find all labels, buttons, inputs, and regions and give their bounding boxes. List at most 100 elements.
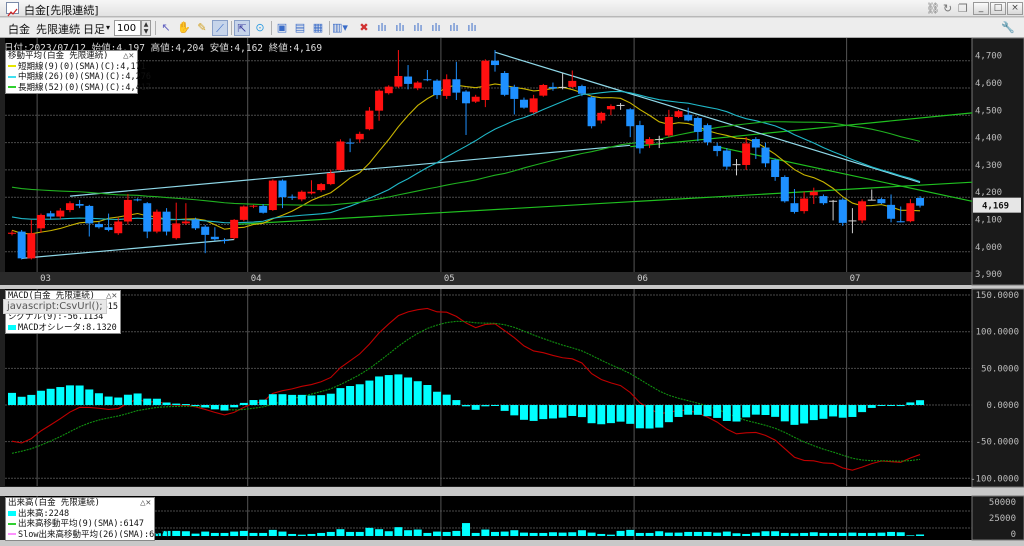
macd-axis-label: 0.0000 bbox=[986, 401, 1019, 411]
volume-bar bbox=[819, 532, 828, 536]
macd-histogram-bar bbox=[36, 390, 45, 405]
macd-histogram-bar bbox=[259, 399, 268, 405]
candle-down bbox=[191, 219, 200, 229]
volume-bar bbox=[462, 523, 471, 536]
macd-histogram-bar bbox=[133, 393, 142, 405]
contract-selector[interactable]: 先限連続 bbox=[36, 21, 80, 37]
macd-histogram-bar bbox=[558, 405, 567, 418]
price-axis-label: 4,700 bbox=[975, 52, 1002, 62]
volume-bar bbox=[887, 531, 896, 536]
indicator-2-icon[interactable]: ılı bbox=[392, 20, 408, 36]
volume-bar bbox=[587, 532, 596, 536]
volume-bar bbox=[616, 530, 625, 536]
chart-area[interactable]: 03 04 05 06 07 4,700 4,600 4,500 4,400 4,300 4,200… bbox=[0, 38, 1024, 546]
new-window-icon[interactable]: ▣ bbox=[274, 20, 290, 36]
ma-legend-item: 短期線(9)(0)(SMA)(C):4,171 bbox=[8, 62, 146, 73]
macd-histogram-bar bbox=[404, 377, 413, 405]
close-button[interactable]: × bbox=[1007, 2, 1023, 15]
candle-up bbox=[655, 139, 664, 141]
candle-down bbox=[887, 204, 896, 219]
macd-histogram-bar bbox=[336, 388, 345, 405]
volume-legend[interactable]: 出来高(白金 先限連続) △✕ 出来高:2248 出来高移動平均(9)(SMA)… bbox=[5, 497, 170, 541]
candle-down bbox=[346, 142, 355, 144]
legend-collapse-close-icon[interactable]: △✕ bbox=[123, 51, 134, 62]
period-selector[interactable]: 日足 bbox=[83, 21, 105, 37]
volume-bar bbox=[867, 532, 876, 536]
chevron-down-icon[interactable]: ▾ bbox=[106, 23, 110, 32]
title-bar: 白金[先限連続] ⛓ ↻ ❐ _ □ × bbox=[0, 0, 1024, 17]
macd-histogram-bar bbox=[742, 405, 751, 418]
volume-bar bbox=[346, 531, 355, 536]
candle-down bbox=[703, 125, 712, 143]
volume-bar bbox=[181, 531, 190, 536]
candle-down bbox=[771, 159, 780, 177]
delete-indicator-icon[interactable]: ✖ bbox=[356, 20, 372, 36]
month-label: 04 bbox=[251, 274, 262, 284]
volume-legend-item: Slow出来高移動平均(26)(SMA):6871 bbox=[8, 530, 170, 541]
indicator-menu-icon[interactable]: ▥▾ bbox=[332, 20, 348, 36]
candle-down bbox=[143, 203, 152, 232]
month-label: 05 bbox=[444, 274, 455, 284]
indicator-3-icon[interactable]: ılı bbox=[410, 20, 426, 36]
settings-wrench-icon[interactable]: 🔧 bbox=[1000, 20, 1016, 36]
crosshair-icon[interactable]: ⇱ bbox=[234, 20, 250, 36]
volume-bar bbox=[491, 531, 499, 536]
scroll-up-icon[interactable]: ⊙ bbox=[252, 20, 268, 36]
link-icon[interactable]: ⛓ bbox=[926, 2, 940, 15]
legend-collapse-close-icon[interactable]: △✕ bbox=[106, 291, 117, 302]
macd-histogram-bar bbox=[519, 405, 528, 420]
volume-bar bbox=[829, 532, 838, 536]
volume-legend-item: 出来高:2248 bbox=[8, 509, 152, 520]
volume-bar bbox=[848, 532, 857, 536]
pointer-icon[interactable]: ↖ bbox=[158, 20, 174, 36]
macd-histogram-bar bbox=[780, 405, 789, 422]
candle-up bbox=[664, 116, 673, 136]
candle-up bbox=[568, 80, 577, 87]
indicator-4-icon[interactable]: ılı bbox=[428, 20, 444, 36]
indicator-6-icon[interactable]: ılı bbox=[464, 20, 480, 36]
volume-bar bbox=[481, 529, 490, 536]
toolbar-divider bbox=[231, 21, 232, 35]
table-icon[interactable]: ▦ bbox=[310, 20, 326, 36]
ma-legend-item: 中期線(26)(0)(SMA)(C):4,276 bbox=[8, 72, 151, 83]
candle-down bbox=[491, 60, 499, 66]
candle-down bbox=[259, 205, 268, 213]
trendline-icon[interactable]: ⟋ bbox=[212, 20, 228, 36]
macd-histogram-bar bbox=[394, 374, 403, 405]
candle-down bbox=[210, 236, 219, 240]
volume-bar bbox=[365, 527, 374, 536]
chart-canvas[interactable]: 03 04 05 06 07 4,700 4,600 4,500 4,400 4,300 4,200… bbox=[0, 38, 1024, 546]
restore-window-icon[interactable]: ❐ bbox=[958, 2, 968, 15]
macd-histogram-bar bbox=[732, 405, 741, 422]
macd-axis bbox=[971, 288, 1024, 488]
grid-icon[interactable]: ▤ bbox=[292, 20, 308, 36]
refresh-icon[interactable]: ↻ bbox=[943, 2, 952, 15]
pencil-icon[interactable]: ✎ bbox=[194, 20, 210, 36]
macd-axis-label: 50.0000 bbox=[981, 364, 1019, 374]
current-price-label: 4,169 bbox=[982, 202, 1009, 212]
ma-legend[interactable]: 移動平均(白金 先限連続) △✕ 短期線(9)(0)(SMA)(C):4,171… bbox=[5, 50, 151, 94]
volume-axis-label: 0 bbox=[1011, 530, 1016, 540]
hand-icon[interactable]: ✋ bbox=[176, 20, 192, 36]
volume-bar bbox=[394, 527, 403, 536]
candle-up bbox=[394, 75, 403, 87]
chart-app-icon bbox=[6, 2, 19, 17]
minimize-button[interactable]: _ bbox=[973, 2, 989, 15]
pane-splitter bbox=[0, 285, 1024, 289]
price-axis-label: 4,600 bbox=[975, 79, 1002, 89]
candle-down bbox=[713, 145, 722, 152]
commodity-selector[interactable]: 白金 bbox=[8, 21, 30, 37]
indicator-5-icon[interactable]: ılı bbox=[446, 20, 462, 36]
toolbar-divider bbox=[155, 21, 156, 35]
legend-collapse-close-icon[interactable]: △✕ bbox=[140, 498, 151, 509]
macd-histogram-bar bbox=[317, 395, 326, 405]
volume-bar bbox=[307, 533, 316, 536]
macd-histogram-bar bbox=[529, 405, 538, 421]
maximize-button[interactable]: □ bbox=[990, 2, 1006, 15]
macd-histogram-bar bbox=[713, 405, 722, 418]
indicator-1-icon[interactable]: ılı bbox=[374, 20, 390, 36]
bar-count-stepper[interactable]: ▲ ▼ bbox=[141, 20, 151, 36]
slow-volume-ma-swatch-icon bbox=[8, 533, 16, 535]
bar-count-input[interactable] bbox=[114, 20, 141, 36]
candle-up bbox=[558, 86, 567, 88]
